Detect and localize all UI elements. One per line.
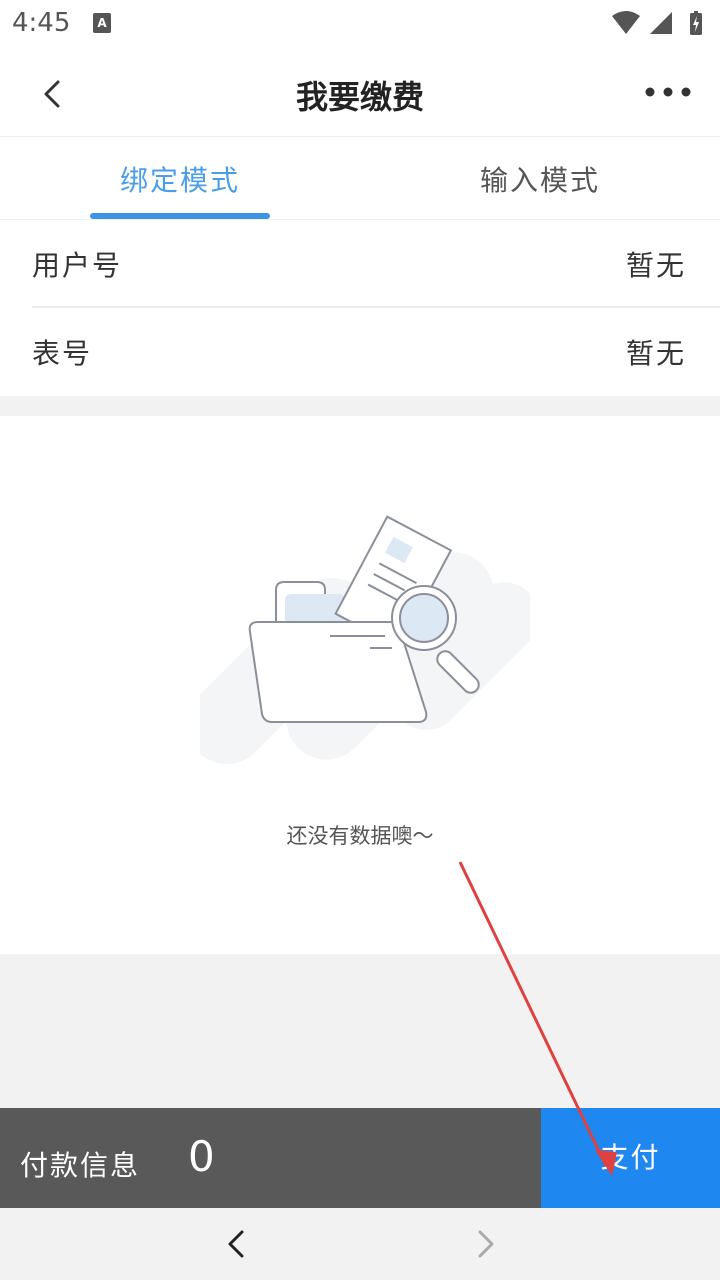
- row-value: 暂无: [625, 249, 686, 282]
- notification-a-icon: A: [93, 13, 111, 33]
- tab-label: 绑定模式: [119, 164, 240, 197]
- bottom-nav-bar: [0, 1208, 720, 1280]
- status-time: 4:45: [12, 8, 71, 38]
- payment-label: 付款信息: [20, 1149, 141, 1182]
- row-value: 暂无: [625, 337, 686, 370]
- nav-back-icon[interactable]: [222, 1228, 252, 1260]
- status-icons: [612, 11, 702, 35]
- mode-tabs: 绑定模式 输入模式: [0, 137, 720, 220]
- tab-input-mode[interactable]: 输入模式: [360, 137, 720, 219]
- tab-label: 输入模式: [479, 164, 600, 197]
- payment-bar: 付款信息 0 支付: [0, 1108, 720, 1208]
- payment-amount: 0: [188, 1132, 215, 1181]
- tab-indicator: [90, 213, 270, 219]
- empty-folder-search-icon: [200, 515, 530, 765]
- row-label: 表号: [32, 337, 93, 370]
- empty-state: 还没有数据噢～: [0, 416, 720, 954]
- status-bar: 4:45 A: [0, 0, 720, 50]
- row-label: 用户号: [32, 249, 123, 282]
- svg-text:A: A: [97, 16, 107, 30]
- info-row-meter-number: 表号 暂无: [32, 308, 720, 394]
- empty-message: 还没有数据噢～: [286, 824, 434, 848]
- info-row-user-number: 用户号 暂无: [32, 220, 720, 308]
- pay-button[interactable]: 支付: [541, 1108, 720, 1208]
- content-spacer: [0, 954, 720, 1108]
- tab-bind-mode[interactable]: 绑定模式: [0, 137, 360, 219]
- nav-forward-icon[interactable]: [470, 1228, 500, 1260]
- app-bar: 我要缴费: [0, 50, 720, 137]
- page-title: 我要缴费: [295, 78, 424, 116]
- section-divider: [0, 396, 720, 416]
- payment-info: 付款信息 0: [0, 1108, 541, 1208]
- signal-icon: [650, 12, 672, 34]
- wifi-icon: [612, 11, 640, 34]
- more-dots-icon[interactable]: [644, 80, 692, 104]
